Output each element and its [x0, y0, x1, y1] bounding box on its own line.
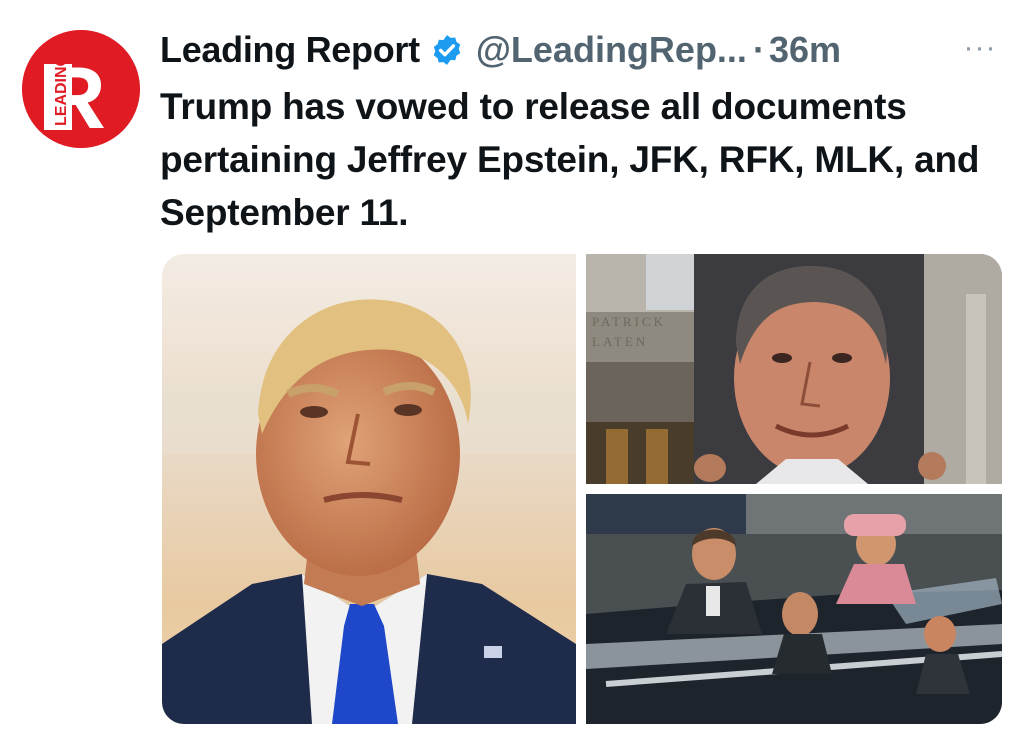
more-options-icon[interactable]: ···	[958, 28, 1002, 68]
building-inscription: PATRICK	[592, 314, 666, 329]
media-photo-portrait[interactable]	[162, 254, 576, 724]
tweet-header: Leading Report @LeadingRep... · 36m	[160, 24, 841, 76]
media-photo-sign[interactable]: PATRICK LATEN	[586, 254, 1002, 484]
avatar[interactable]: R LEADING	[22, 30, 140, 148]
tweet[interactable]: R LEADING Leading Report @LeadingRep... …	[0, 0, 1024, 748]
svg-text:LATEN: LATEN	[592, 334, 648, 349]
media-photo-motorcade[interactable]	[586, 494, 1002, 724]
tweet-media-grid: PATRICK LATEN	[162, 254, 1002, 724]
leading-report-logo: R LEADING	[22, 30, 140, 148]
logo-word: LEADING	[53, 54, 70, 126]
author-name[interactable]: Leading Report	[160, 29, 420, 71]
separator-dot: ·	[752, 29, 765, 70]
verified-badge-icon	[433, 35, 460, 65]
author-handle[interactable]: @LeadingRep...	[476, 29, 747, 71]
tweet-text: Trump has vowed to release all documents…	[160, 86, 980, 233]
timestamp[interactable]: 36m	[769, 29, 841, 71]
